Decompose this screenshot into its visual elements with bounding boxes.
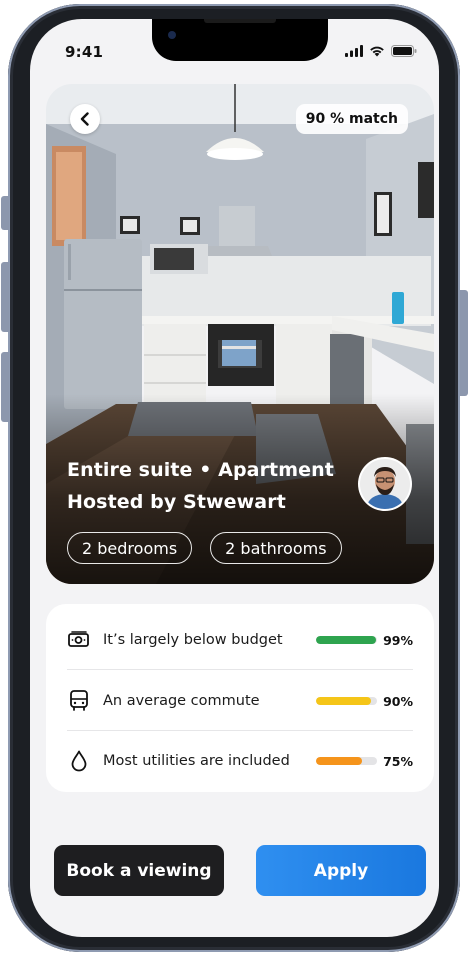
front-camera [168, 31, 176, 39]
water-drop-icon [67, 749, 91, 773]
tag-bedrooms: 2 bedrooms [67, 532, 193, 564]
listing-tags: 2 bedrooms 2 bathrooms [67, 532, 342, 564]
stat-label-commute: An average commute [103, 693, 260, 709]
book-viewing-button[interactable]: Book a viewing [54, 845, 224, 896]
speaker [204, 19, 276, 23]
match-badge: 90 % match [295, 104, 408, 134]
chevron-left-icon [80, 112, 89, 126]
silent-switch [1, 196, 9, 230]
divider [67, 730, 413, 731]
progress-bar-commute [316, 697, 377, 705]
stat-label-utilities: Most utilities are included [103, 753, 290, 769]
host-avatar[interactable] [360, 459, 410, 509]
cash-icon [67, 628, 91, 652]
progress-bar-budget [316, 636, 377, 644]
match-stats-card: It’s largely below budget 99% An average… [46, 604, 434, 792]
divider [67, 669, 413, 670]
progress-bar-utilities [316, 757, 377, 765]
battery-icon [391, 45, 417, 57]
volume-down-button [1, 352, 9, 422]
stat-row-utilities: Most utilities are included 75% [67, 746, 413, 776]
bus-icon [67, 689, 91, 713]
listing-hero-card[interactable]: 90 % match Entire suite • Apartment Host… [46, 84, 434, 584]
listing-host: Hosted by Stwewart [67, 491, 286, 513]
cellular-signal-icon [345, 45, 363, 57]
notch [152, 19, 328, 61]
stat-percent-budget: 99% [383, 632, 413, 648]
host-avatar-image [360, 459, 410, 509]
back-button[interactable] [70, 104, 100, 134]
tag-bathrooms: 2 bathrooms [210, 532, 342, 564]
stat-row-budget: It’s largely below budget 99% [67, 625, 413, 655]
listing-type: Entire suite • Apartment [67, 459, 334, 481]
stat-label-budget: It’s largely below budget [103, 632, 283, 648]
stat-percent-commute: 90% [383, 693, 413, 709]
status-icons [345, 45, 417, 57]
progress-fill-commute [316, 697, 371, 705]
apply-button[interactable]: Apply [256, 845, 426, 896]
volume-up-button [1, 262, 9, 332]
stat-row-commute: An average commute 90% [67, 686, 413, 716]
stat-percent-utilities: 75% [383, 753, 413, 769]
progress-fill-budget [316, 636, 377, 644]
power-button [460, 290, 468, 396]
status-time: 9:41 [65, 43, 104, 61]
progress-fill-utilities [316, 757, 362, 765]
listing-title: Entire suite • Apartment Hosted by Stwew… [67, 454, 334, 518]
phone-screen: 9:41 90 % match Entire suite • Apartment… [30, 19, 439, 937]
wifi-icon [370, 46, 384, 57]
